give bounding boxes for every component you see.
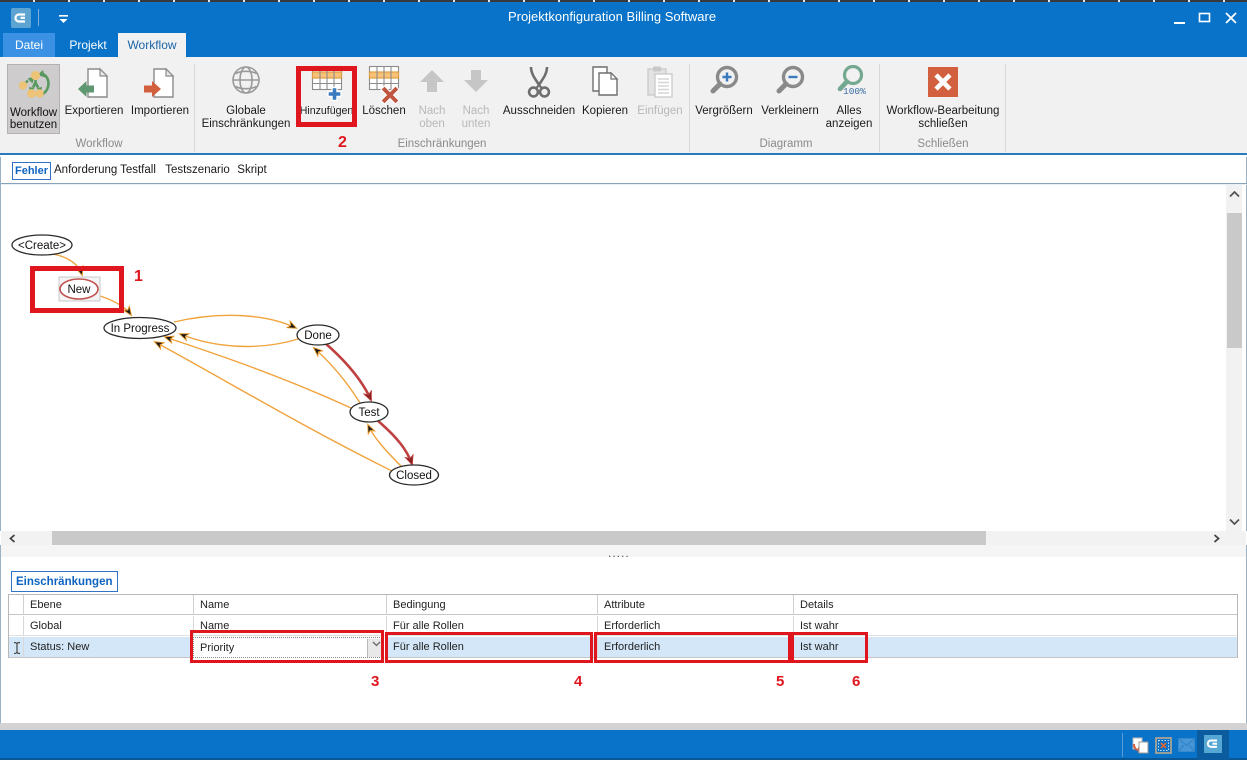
svg-text:<Create>: <Create>: [18, 240, 66, 252]
svg-text:100%: 100%: [843, 86, 866, 97]
svg-text:Done: Done: [304, 330, 332, 342]
svg-text:In Progress: In Progress: [111, 323, 170, 335]
svg-text:Closed: Closed: [396, 470, 432, 482]
svg-text:Test: Test: [358, 407, 380, 419]
